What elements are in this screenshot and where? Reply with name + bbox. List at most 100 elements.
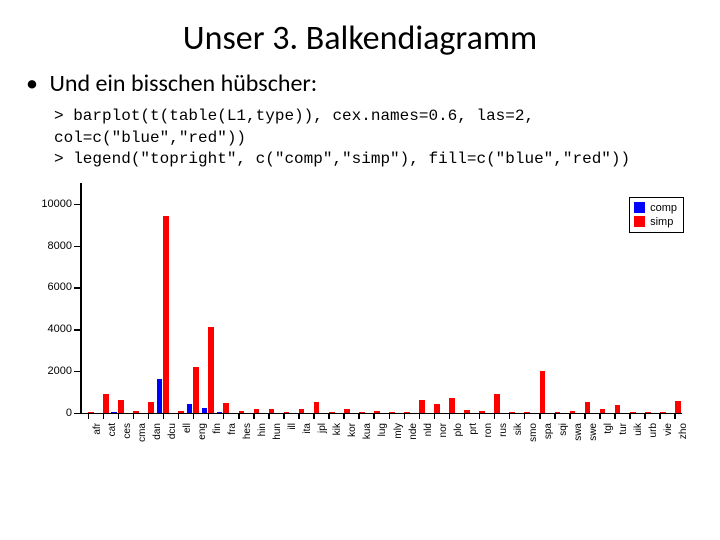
x-tick [298,413,300,419]
x-tick-label: fra [227,423,238,463]
x-tick [283,413,285,419]
x-tick-label: plo [453,423,464,463]
bar-simp [103,394,109,413]
legend-swatch [634,202,645,213]
bar-simp [223,403,229,412]
x-tick-label: sqi [558,423,569,463]
y-tick-label: 4000 [28,323,72,335]
x-tick [629,413,631,419]
legend: compsimp [629,197,684,233]
x-tick-label: kik [332,423,343,463]
x-tick [614,413,616,419]
x-tick [479,413,481,419]
y-tick-label: 6000 [28,281,72,293]
x-tick-label: ron [483,423,494,463]
x-tick-label: cat [107,423,118,463]
code-block: > barplot(t(table(L1,type)), cex.names=0… [54,106,694,171]
x-tick [419,413,421,419]
bar-simp [163,216,169,413]
x-tick [509,413,511,419]
x-tick-label: dcu [167,423,178,463]
x-tick-label: swa [573,423,584,463]
plot-area [80,183,682,413]
bar-simp [540,371,546,413]
x-tick [584,413,586,419]
x-tick-label: vie [663,423,674,463]
x-tick-label: ces [122,423,133,463]
x-tick-label: mly [393,423,404,463]
x-tick [193,413,195,419]
x-tick [313,413,315,419]
x-tick-label: hun [272,423,283,463]
x-tick-label: tgl [603,423,614,463]
x-tick-label: cma [137,423,148,463]
slide: Unser 3. Balkendiagramm • Und ein bissch… [0,0,720,540]
x-tick [268,413,270,419]
x-tick-label: eng [197,423,208,463]
x-tick [644,413,646,419]
bar-simp [193,367,199,413]
bar-chart: 0200040006000800010000 afrcatcescmadandc… [28,179,692,489]
x-tick-label: afr [92,423,103,463]
bar-simp [208,327,214,413]
x-tick-label: tur [618,423,629,463]
y-tick-label: 8000 [28,240,72,252]
x-tick-label: nld [423,423,434,463]
x-tick [674,413,676,419]
x-tick-label: fin [212,423,223,463]
y-tick [74,246,80,248]
x-tick [569,413,571,419]
x-tick [659,413,661,419]
x-tick [539,413,541,419]
page-title: Unser 3. Balkendiagramm [20,18,700,59]
bar-simp [585,402,591,412]
x-tick-label: spa [543,423,554,463]
bar-simp [148,402,154,412]
bar-simp [419,400,425,413]
bullet-line: • Und ein bisschen hübscher: [26,69,700,98]
x-tick-label: prt [468,423,479,463]
y-tick-label: 10000 [28,198,72,210]
y-tick-label: 2000 [28,365,72,377]
bar-simp [314,402,320,412]
x-tick [223,413,225,419]
x-tick [178,413,180,419]
bar-simp [118,400,124,413]
y-tick [74,287,80,289]
bar-comp [202,408,208,413]
bullet-text: Und ein bisschen hübscher: [49,69,317,98]
x-tick [88,413,90,419]
x-tick-label: sik [513,423,524,463]
legend-swatch [634,216,645,227]
x-tick [404,413,406,419]
x-tick-label: hin [257,423,268,463]
bar-comp [157,379,163,412]
x-tick [133,413,135,419]
bar-simp [615,405,621,412]
x-tick [103,413,105,419]
x-tick [524,413,526,419]
x-tick-label: jpl [317,423,328,463]
x-tick [118,413,120,419]
x-tick-label: hes [242,423,253,463]
x-tick-label: zho [678,423,689,463]
x-tick-label: uik [633,423,644,463]
bar-simp [494,394,500,413]
x-tick [343,413,345,419]
x-tick-label: kor [347,423,358,463]
x-tick-label: smo [528,423,539,463]
legend-row: comp [634,201,677,215]
x-tick [389,413,391,419]
x-tick [373,413,375,419]
bar-simp [434,404,440,412]
x-tick-label: dan [152,423,163,463]
x-tick [163,413,165,419]
legend-label: simp [650,215,673,229]
x-tick-label: urb [648,423,659,463]
x-tick-label: ill [287,423,298,463]
x-tick [253,413,255,419]
y-tick [74,204,80,206]
x-tick-label: ell [182,423,193,463]
x-tick [434,413,436,419]
y-tick [74,329,80,331]
